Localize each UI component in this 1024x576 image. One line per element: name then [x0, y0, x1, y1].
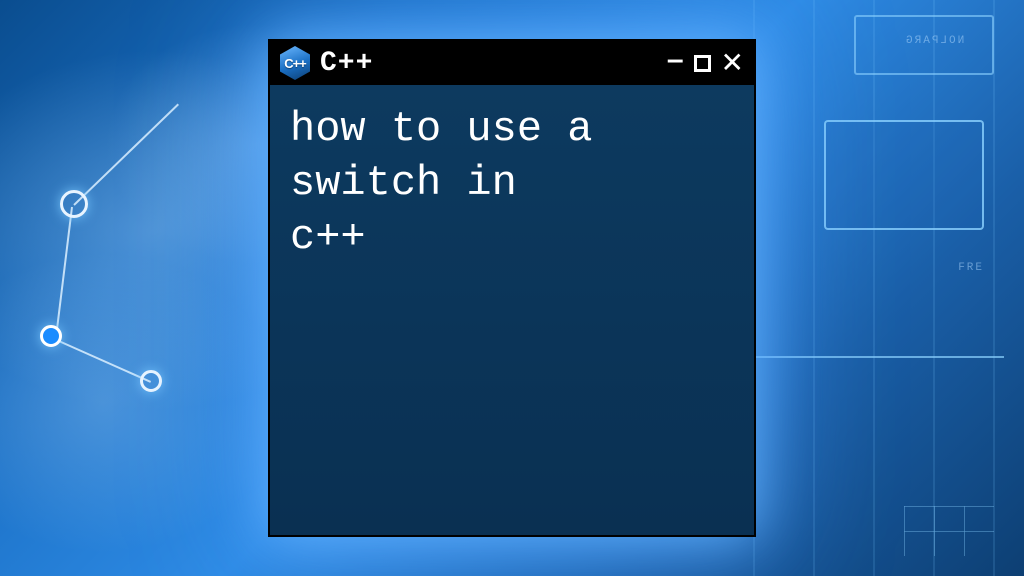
window-controls: – ✕: [667, 48, 744, 78]
terminal-window-wrap: C++ C++ – ✕ how to use a switch in c++: [268, 39, 756, 537]
maximize-button[interactable]: [694, 55, 711, 72]
circuit-panel-decor: [824, 120, 984, 230]
bg-label-freq: FRE: [958, 262, 984, 274]
network-node: [60, 190, 88, 218]
titlebar[interactable]: C++ C++ – ✕: [270, 41, 754, 85]
terminal-text: how to use a switch in c++: [290, 103, 734, 264]
maximize-icon: [694, 55, 711, 72]
network-line: [73, 104, 179, 206]
minimize-button[interactable]: –: [667, 45, 684, 75]
window-title: C++: [320, 48, 657, 79]
cpp-hexagon-icon: C++: [280, 46, 310, 80]
network-node: [140, 370, 162, 392]
icon-label: C++: [284, 56, 306, 71]
network-line: [52, 337, 151, 383]
grid-decor: [904, 506, 994, 556]
network-line: [55, 207, 73, 336]
terminal-window: C++ C++ – ✕ how to use a switch in c++: [268, 39, 756, 537]
terminal-body: how to use a switch in c++: [270, 85, 754, 535]
network-node: [40, 325, 62, 347]
close-button[interactable]: ✕: [721, 49, 744, 77]
bg-label-text: NOLPARG: [904, 35, 964, 47]
